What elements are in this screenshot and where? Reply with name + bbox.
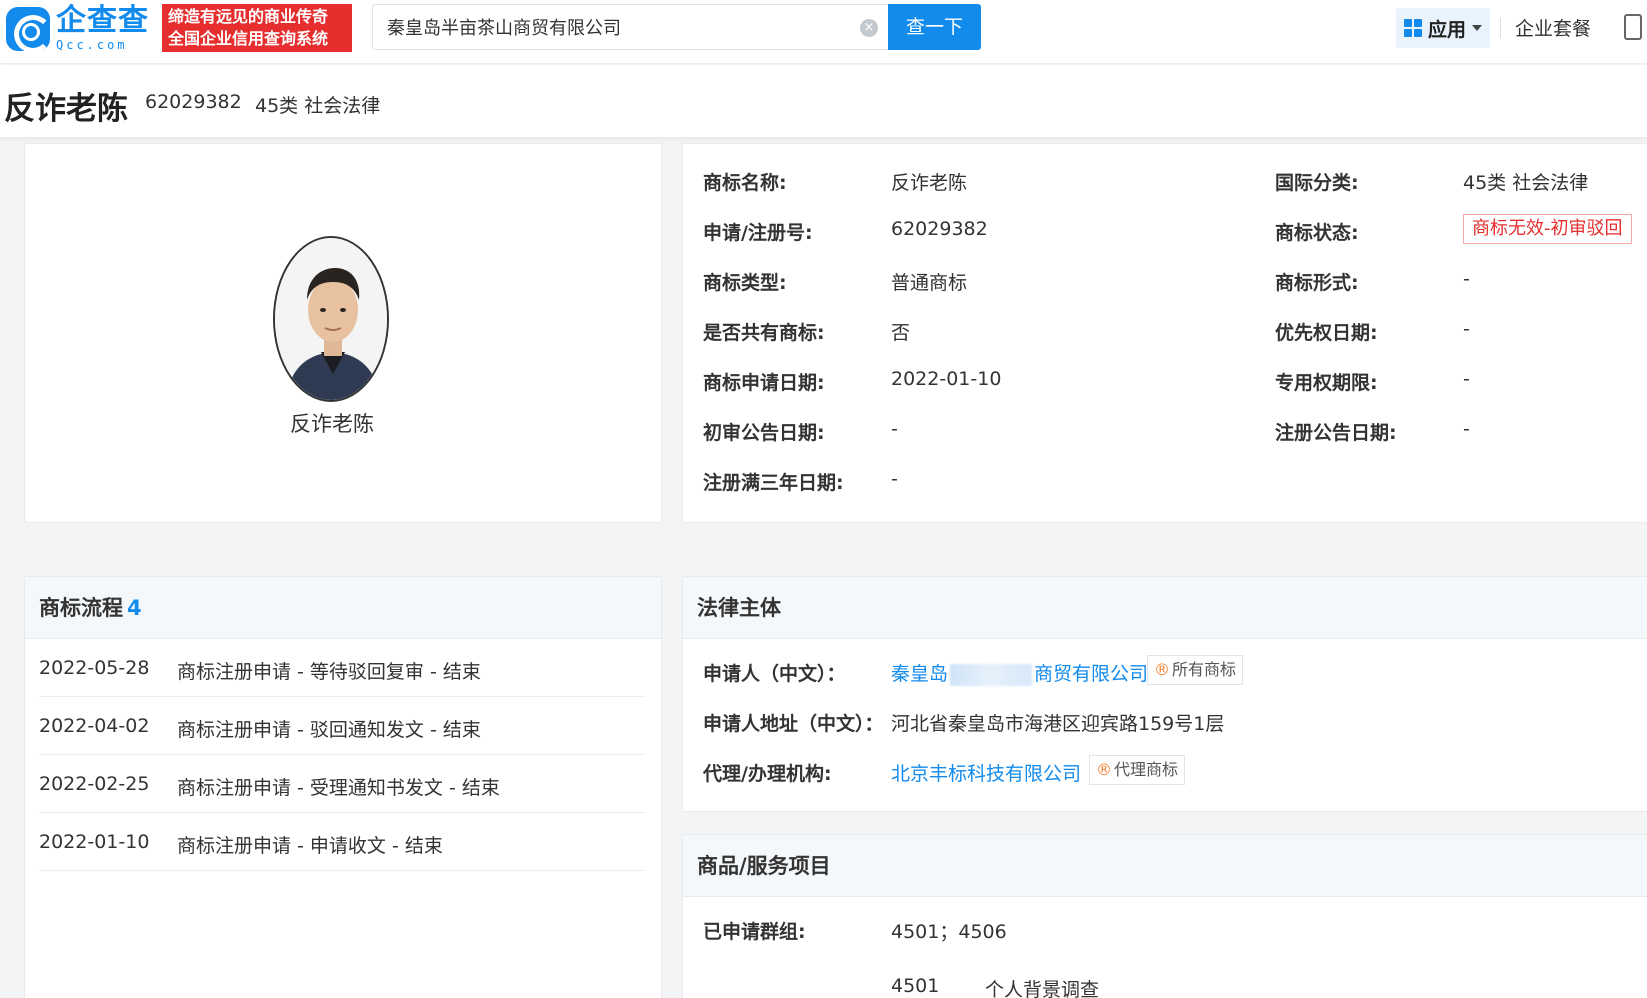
search-input[interactable]: [387, 5, 837, 49]
field-value-reg-announce-date: -: [1463, 418, 1470, 440]
applicant-suffix: 商贸有限公司: [1034, 663, 1149, 685]
field-value-reg-no: 62029382: [891, 218, 988, 240]
caret-down-icon: [1472, 25, 1483, 31]
address-value: 河北省秦皇岛市海港区迎宾路159号1层: [891, 713, 1225, 735]
legal-entity-panel: 法律主体 申请人（中文）： 秦皇岛 商贸有限公司 ® 所有商标 申请人地址（中文）：…: [682, 576, 1647, 812]
search-button[interactable]: 查一下: [888, 4, 981, 50]
field-label-name: 商标名称:: [703, 172, 787, 194]
flow-desc: 商标注册申请 - 申请收文 - 结束: [177, 835, 443, 857]
site-logo[interactable]: 企查查 Qcc.com: [6, 3, 149, 53]
field-value-intl-class: 45类 社会法律: [1463, 172, 1589, 194]
logo-en: Qcc.com: [56, 38, 128, 52]
flow-desc: 商标注册申请 - 驳回通知发文 - 结束: [177, 719, 481, 741]
trademark-reg-no: 62029382: [145, 91, 242, 113]
field-label-prelim-date: 初审公告日期:: [703, 422, 825, 444]
applicant-label: 申请人（中文）：: [703, 663, 846, 685]
flow-item: 2022-04-02 商标注册申请 - 驳回通知发文 - 结束: [39, 697, 645, 755]
flow-item: 2022-05-28 商标注册申请 - 等待驳回复审 - 结束: [39, 639, 645, 697]
field-label-three-year: 注册满三年日期:: [703, 472, 844, 494]
field-value-exclusive-term: -: [1463, 368, 1470, 390]
item-name: 个人背景调查: [985, 979, 1100, 998]
field-value-shared: 否: [891, 322, 911, 344]
field-value-form: -: [1463, 268, 1470, 290]
flow-item: 2022-02-25 商标注册申请 - 受理通知书发文 - 结束: [39, 755, 645, 813]
trademark-title: 反诈老陈: [4, 91, 128, 127]
trademark-portrait-image[interactable]: [273, 236, 389, 402]
field-label-status: 商标状态:: [1275, 222, 1359, 244]
clear-icon[interactable]: ×: [860, 19, 878, 37]
field-label-intl-class: 国际分类:: [1275, 172, 1359, 194]
enterprise-package-link[interactable]: 企业套餐: [1515, 14, 1591, 41]
field-label-exclusive-term: 专用权期限:: [1275, 372, 1378, 394]
flow-item: 2022-01-10 商标注册申请 - 申请收文 - 结束: [39, 813, 645, 871]
mobile-icon[interactable]: [1624, 14, 1642, 40]
field-value-three-year: -: [891, 468, 898, 490]
field-value-name: 反诈老陈: [891, 172, 968, 194]
group-label: 已申请群组:: [703, 921, 806, 943]
all-trademarks-badge[interactable]: ® 所有商标: [1147, 655, 1244, 685]
flow-desc: 商标注册申请 - 受理通知书发文 - 结束: [177, 777, 500, 799]
registered-icon: ®: [1154, 660, 1170, 679]
field-label-form: 商标形式:: [1275, 272, 1359, 294]
flow-date: 2022-02-25: [39, 773, 150, 795]
trademark-flow-panel: 商标流程 4 2022-05-28 商标注册申请 - 等待驳回复审 - 结束 20…: [24, 576, 662, 998]
field-label-reg-no: 申请/注册号:: [703, 222, 813, 244]
trademark-title-bar: 反诈老陈 62029382 45类 社会法律: [0, 65, 1647, 137]
applicant-link[interactable]: 秦皇岛 商贸有限公司: [891, 659, 1148, 686]
slogan-line-1: 缔造有远见的商业传奇: [168, 7, 329, 26]
flow-date: 2022-01-10: [39, 831, 150, 853]
flow-count: 4: [127, 596, 142, 620]
agent-trademarks-badge[interactable]: ® 代理商标: [1089, 755, 1186, 785]
field-value-apply-date: 2022-01-10: [891, 368, 1002, 390]
trademark-info-panel: 商标名称: 反诈老陈 申请/注册号: 62029382 商标类型: 普通商标 是…: [682, 143, 1647, 523]
field-label-priority-date: 优先权日期:: [1275, 322, 1378, 344]
trademark-image-panel: 反诈老陈: [24, 143, 662, 523]
portrait-illustration: [275, 238, 387, 400]
field-label-shared: 是否共有商标:: [703, 322, 825, 344]
field-label-type: 商标类型:: [703, 272, 787, 294]
field-label-reg-announce-date: 注册公告日期:: [1275, 422, 1397, 444]
agent-trademarks-label: 代理商标: [1114, 760, 1179, 779]
agent-label: 代理/办理机构:: [703, 763, 832, 785]
trademark-class: 45类 社会法律: [255, 95, 381, 117]
apps-label: 应用: [1428, 18, 1467, 41]
group-value: 4501；4506: [891, 921, 1007, 943]
logo-text: 企查查 Qcc.com: [56, 3, 149, 52]
slogan-banner[interactable]: 缔造有远见的商业传奇 全国企业信用查询系统: [162, 4, 352, 52]
all-trademarks-label: 所有商标: [1172, 660, 1237, 679]
status-badge: 商标无效-初审驳回: [1463, 214, 1632, 244]
section-divider: [0, 540, 1647, 550]
top-navigation-bar: 企查查 Qcc.com 缔造有远见的商业传奇 全国企业信用查询系统 × 查一下 …: [0, 0, 1647, 64]
flow-date: 2022-04-02: [39, 715, 150, 737]
apps-dropdown[interactable]: 应用: [1396, 8, 1490, 48]
flow-date: 2022-05-28: [39, 657, 150, 679]
item-code: 4501: [891, 975, 940, 997]
address-label: 申请人地址（中文）：: [703, 713, 884, 735]
agent-link[interactable]: 北京丰标科技有限公司: [891, 759, 1081, 786]
registered-icon: ®: [1096, 760, 1112, 779]
field-label-apply-date: 商标申请日期:: [703, 372, 825, 394]
search-box: ×: [372, 4, 890, 50]
flow-panel-header: 商标流程 4: [25, 577, 661, 639]
field-value-priority-date: -: [1463, 318, 1470, 340]
goods-services-panel: 商品/服务项目 已申请群组: 4501；4506 4501 个人背景调查: [682, 834, 1647, 998]
flow-title: 商标流程: [39, 596, 123, 620]
logo-mark-icon: [6, 6, 52, 53]
divider: [1500, 18, 1501, 38]
goods-panel-header: 商品/服务项目: [683, 835, 1647, 897]
slogan-line-2: 全国企业信用查询系统: [168, 29, 329, 48]
flow-desc: 商标注册申请 - 等待驳回复审 - 结束: [177, 661, 481, 683]
trademark-image-caption: 反诈老陈: [290, 412, 374, 436]
grid-icon: [1404, 19, 1422, 37]
applicant-prefix: 秦皇岛: [891, 663, 949, 685]
redacted-text: [950, 663, 1033, 686]
field-value-prelim-date: -: [891, 418, 898, 440]
logo-cn: 企查查: [56, 3, 149, 38]
field-value-type: 普通商标: [891, 272, 968, 294]
legal-panel-header: 法律主体: [683, 577, 1647, 639]
